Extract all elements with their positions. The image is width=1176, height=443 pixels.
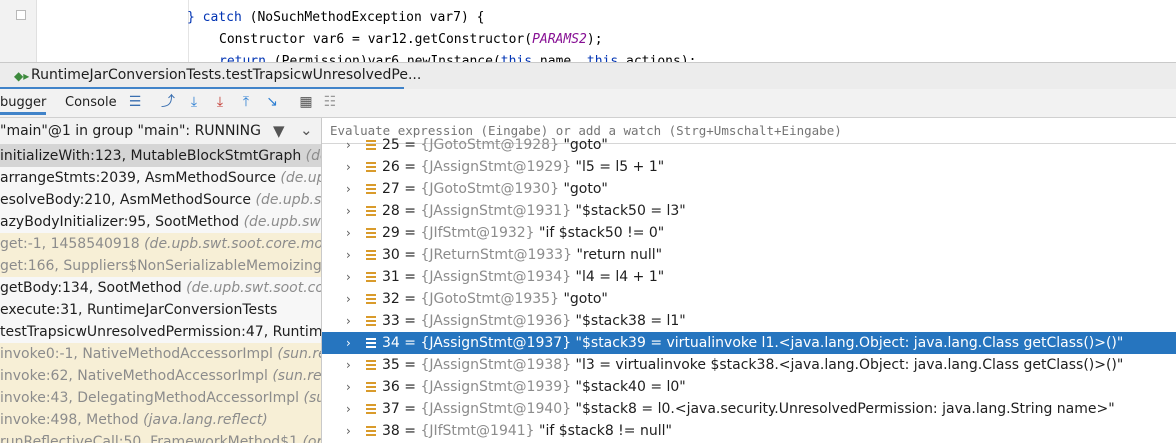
stack-frame[interactable]: get:-1, 1458540918 (de.upb.swt.soot.core… bbox=[0, 233, 321, 255]
code-line-catch: } catch (NoSuchMethodException var7) { bbox=[187, 10, 484, 25]
test-run-icon: ◆▸ bbox=[14, 69, 30, 83]
stack-frame-list: initializeWith:123, MutableBlockStmtGrap… bbox=[0, 145, 321, 443]
code-text: .actions); bbox=[618, 54, 697, 62]
debug-session-tab[interactable]: RuntimeJarConversionTests.testTrapsicwUn… bbox=[31, 67, 421, 83]
expand-arrow-icon[interactable]: › bbox=[346, 222, 351, 244]
show-execution-point-icon[interactable]: ⤴ bbox=[160, 94, 176, 110]
keyword-this: this bbox=[500, 54, 533, 62]
expand-arrow-icon[interactable]: › bbox=[346, 244, 351, 266]
code-text: (Permission)var6.newInstance( bbox=[265, 54, 501, 62]
stack-frame[interactable]: getBody:134, SootMethod (de.upb.swt.soot… bbox=[0, 277, 321, 299]
frames-panel: "main"@1 in group "main": RUNNING ▼ ⌄ in… bbox=[0, 118, 322, 443]
tab-console[interactable]: Console bbox=[65, 95, 117, 110]
variables-tree: › 25 = {JGotoStmt@1928} "goto" › 26 = {JAs… bbox=[322, 134, 1176, 442]
stack-frame[interactable]: azyBodyInitializer:95, SootMethod (de.up… bbox=[0, 211, 321, 233]
list-element-icon bbox=[366, 294, 376, 304]
expand-arrow-icon[interactable]: › bbox=[346, 134, 351, 156]
variable-node[interactable]: › 29 = {JIfStmt@1932} "if $stack50 != 0" bbox=[322, 222, 1176, 244]
run-to-cursor-icon[interactable]: ↘ bbox=[264, 94, 280, 110]
variable-node[interactable]: › 31 = {JAssignStmt@1934} "l4 = l4 + 1" bbox=[322, 266, 1176, 288]
variable-node[interactable]: › 26 = {JAssignStmt@1929} "l5 = l5 + 1" bbox=[322, 156, 1176, 178]
code-text: Constructor var6 = var12.getConstructor( bbox=[219, 32, 533, 47]
variable-node[interactable]: › 36 = {JAssignStmt@1939} "$stack40 = l0" bbox=[322, 376, 1176, 398]
expand-arrow-icon[interactable]: › bbox=[346, 376, 351, 398]
variable-node[interactable]: › 35 = {JAssignStmt@1938} "l3 = virtualin… bbox=[322, 354, 1176, 376]
code-text: (NoSuchMethodException var7) { bbox=[241, 10, 485, 25]
list-element-icon bbox=[366, 250, 376, 260]
trace-icon[interactable]: ☷ bbox=[322, 94, 338, 110]
list-element-icon bbox=[366, 382, 376, 392]
evaluate-expression-icon[interactable]: ▦ bbox=[298, 94, 314, 110]
list-element-icon bbox=[366, 338, 376, 348]
debug-tab-bar: ◆▸ RuntimeJarConversionTests.testTrapsic… bbox=[0, 62, 1176, 90]
step-out-icon[interactable]: ⤒ bbox=[238, 94, 254, 110]
thread-selector[interactable]: "main"@1 in group "main": RUNNING ▼ ⌄ bbox=[0, 118, 321, 145]
expand-arrow-icon[interactable]: › bbox=[346, 332, 351, 354]
layout-list-icon[interactable]: ☰ bbox=[127, 94, 143, 110]
variable-node[interactable]: › 28 = {JAssignStmt@1931} "$stack50 = l3" bbox=[322, 200, 1176, 222]
fold-marker-icon[interactable] bbox=[16, 10, 26, 20]
keyword-return: return bbox=[219, 54, 266, 62]
expand-arrow-icon[interactable]: › bbox=[346, 178, 351, 200]
code-text: ); bbox=[586, 32, 603, 47]
variable-node[interactable]: › 27 = {JGotoStmt@1930} "goto" bbox=[322, 178, 1176, 200]
debugger-toolbar: bugger Console ☰ ⤴ ⤓ ⤓ ⤒ ↘ ▦ ☷ bbox=[0, 89, 1176, 118]
code-line-return: return (Permission)var6.newInstance(this… bbox=[219, 54, 696, 62]
stack-frame[interactable]: initializeWith:123, MutableBlockStmtGrap… bbox=[0, 145, 321, 167]
stack-frame[interactable]: invoke:43, DelegatingMethodAccessorImpl … bbox=[0, 387, 321, 409]
code-constant: PARAMS2 bbox=[532, 32, 587, 47]
expand-arrow-icon[interactable]: › bbox=[346, 398, 351, 420]
expand-arrow-icon[interactable]: › bbox=[346, 288, 351, 310]
variable-node[interactable]: › 37 = {JAssignStmt@1940} "$stack8 = l0.<… bbox=[322, 398, 1176, 420]
list-element-icon bbox=[366, 206, 376, 216]
variable-node[interactable]: › 33 = {JAssignStmt@1936} "$stack38 = l1" bbox=[322, 310, 1176, 332]
thread-status: "main"@1 in group "main": RUNNING bbox=[0, 123, 261, 139]
variable-node-selected[interactable]: › 34 = {JAssignStmt@1937} "$stack39 = vir… bbox=[322, 332, 1176, 354]
list-element-icon bbox=[366, 184, 376, 194]
code-text: .name, bbox=[532, 54, 587, 62]
expand-arrow-icon[interactable]: › bbox=[346, 266, 351, 288]
editor-gutter bbox=[0, 0, 37, 62]
stack-frame[interactable]: testTrapsicwUnresolvedPermission:47, Run… bbox=[0, 321, 321, 343]
filter-icon[interactable]: ▼ bbox=[273, 122, 285, 140]
stack-frame[interactable]: invoke:62, NativeMethodAccessorImpl (sun… bbox=[0, 365, 321, 387]
stack-frame[interactable]: arrangeStmts:2039, AsmMethodSource (de.u… bbox=[0, 167, 321, 189]
list-element-icon bbox=[366, 426, 376, 436]
expand-arrow-icon[interactable]: › bbox=[346, 156, 351, 178]
stack-frame[interactable]: invoke0:-1, NativeMethodAccessorImpl (su… bbox=[0, 343, 321, 365]
keyword-this: this bbox=[586, 54, 619, 62]
expand-arrow-icon[interactable]: › bbox=[346, 310, 351, 332]
variable-node[interactable]: › 25 = {JGotoStmt@1928} "goto" bbox=[322, 134, 1176, 156]
stack-frame[interactable]: execute:31, RuntimeJarConversionTests bbox=[0, 299, 321, 321]
variable-node[interactable]: › 30 = {JReturnStmt@1933} "return null" bbox=[322, 244, 1176, 266]
expand-arrow-icon[interactable]: › bbox=[346, 354, 351, 376]
variables-panel: ›25 = {JGotoStmt@1928} "goto" ›26 = {JAs… bbox=[322, 118, 1176, 443]
list-element-icon bbox=[366, 360, 376, 370]
variable-node[interactable]: › 38 = {JIfStmt@1941} "if $stack8 != null… bbox=[322, 420, 1176, 442]
step-over-icon[interactable]: ⤓ bbox=[186, 94, 202, 110]
expand-arrow-icon[interactable]: › bbox=[346, 420, 351, 442]
expand-arrow-icon[interactable]: › bbox=[346, 200, 351, 222]
stack-frame[interactable]: runReflectiveCall:50, FrameworkMethod$1 … bbox=[0, 431, 321, 443]
chevron-down-icon[interactable]: ⌄ bbox=[300, 121, 313, 139]
stack-frame[interactable]: esolveBody:210, AsmMethodSource (de.upb.… bbox=[0, 189, 321, 211]
list-element-icon bbox=[366, 228, 376, 238]
code-editor[interactable]: } catch (NoSuchMethodException var7) { C… bbox=[0, 0, 1176, 62]
list-element-icon bbox=[366, 404, 376, 414]
keyword-catch: } catch bbox=[187, 10, 242, 25]
variable-node[interactable]: › 32 = {JGotoStmt@1935} "goto" bbox=[322, 288, 1176, 310]
list-element-icon bbox=[366, 162, 376, 172]
stack-frame[interactable]: get:166, Suppliers$NonSerializableMemoiz… bbox=[0, 255, 321, 277]
step-into-icon[interactable]: ⤓ bbox=[212, 94, 228, 110]
code-line-constructor: Constructor var6 = var12.getConstructor(… bbox=[219, 32, 603, 47]
list-element-icon bbox=[366, 316, 376, 326]
list-element-icon bbox=[366, 140, 376, 150]
tab-debugger[interactable]: bugger bbox=[0, 95, 47, 115]
stack-frame[interactable]: invoke:498, Method (java.lang.reflect) bbox=[0, 409, 321, 431]
list-element-icon bbox=[366, 272, 376, 282]
